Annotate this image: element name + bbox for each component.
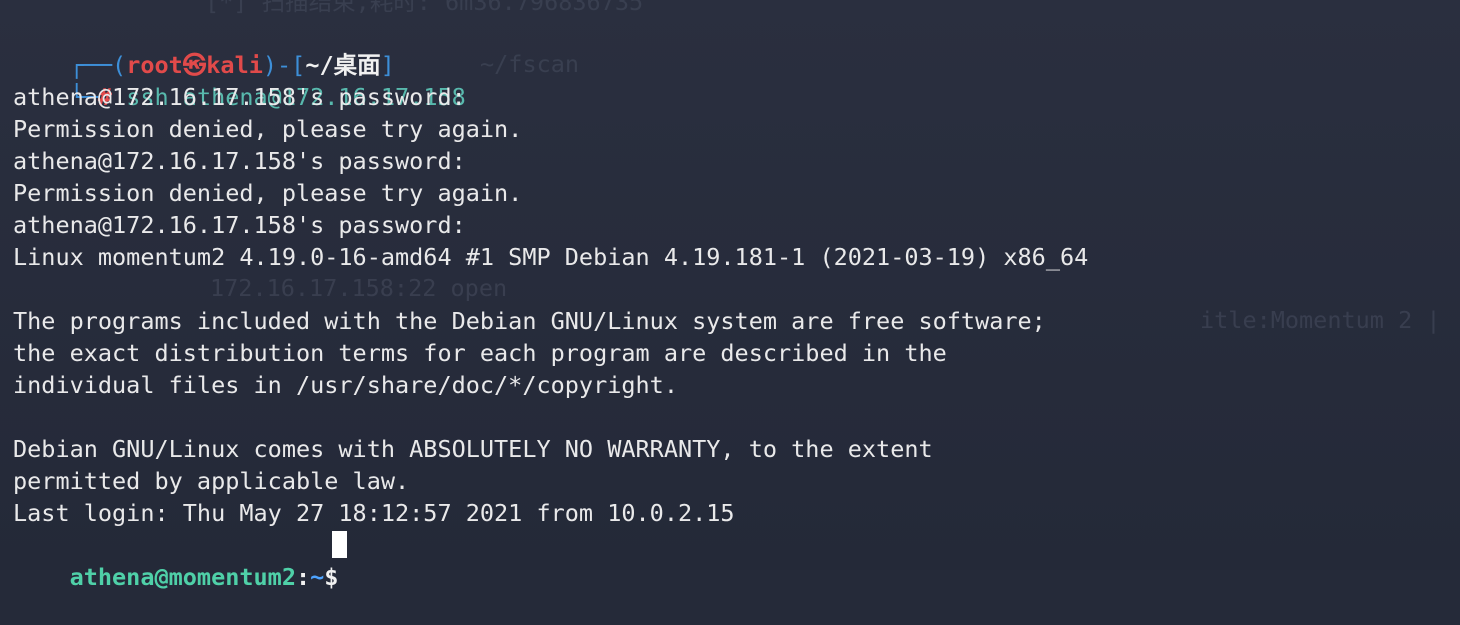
password-prompt-2: athena@172.16.17.158's password: [13,147,466,175]
system-info-line: Linux momentum2 4.19.0-16-amd64 #1 SMP D… [13,243,1089,271]
password-prompt-3: athena@172.16.17.158's password: [13,211,466,239]
terminal-window[interactable]: [*] 扫描结束,耗时: 6m36.796836735 ~/fscan 172.… [0,0,1460,591]
remote-prompt-symbol: $ [324,563,353,591]
permission-denied-2: Permission denied, please try again. [13,179,523,207]
license-line-1: The programs included with the Debian GN… [13,307,1046,335]
ghost-fscan-path: ~/fscan [480,50,580,78]
remote-shell-prompt[interactable]: athena@momentum2:~$ [13,529,353,591]
remote-path: ~ [310,563,325,591]
warranty-line-1: Debian GNU/Linux comes with ABSOLUTELY N… [13,435,933,463]
remote-user-host: athena@momentum2 [69,563,296,591]
terminal-cursor[interactable] [332,531,347,558]
prompt-line-2: └─# ssh athena@172.16.17.158 [13,49,466,111]
last-login-line: Last login: Thu May 27 18:12:57 2021 fro… [13,499,735,527]
license-line-3: individual files in /usr/share/doc/*/cop… [13,371,678,399]
warranty-line-2: permitted by applicable law. [13,467,410,495]
prompt-line-1: ┌──(root㉿kali)-[~/桌面] [13,17,395,79]
permission-denied-1: Permission denied, please try again. [13,115,523,143]
license-line-2: the exact distribution terms for each pr… [13,339,947,367]
remote-prompt-colon: : [295,563,311,591]
ghost-open-port: 172.16.17.158:22 open [210,274,508,302]
ghost-title: itle:Momentum 2 | [1200,306,1441,334]
ghost-scan-summary: [*] 扫描结束,耗时: 6m36.796836735 [205,0,644,16]
password-prompt-1: athena@172.16.17.158's password: [13,83,466,111]
